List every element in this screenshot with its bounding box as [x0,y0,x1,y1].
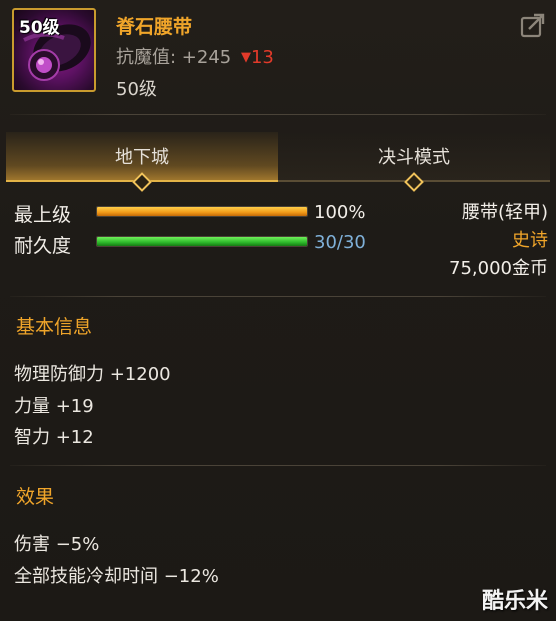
grade-value: 100% [314,202,366,223]
resist-change: ▼13 [241,47,274,68]
grade-label: 最上级 [14,204,72,226]
durability-label: 耐久度 [14,235,72,257]
item-name: 脊石腰带 [116,16,193,38]
stats-divider [10,296,546,297]
effect-line: 伤害 −5% [14,534,100,555]
icon-level-badge: 50级 [19,18,60,38]
effect-line: 全部技能冷却时间 −12% [14,566,219,587]
item-type: 腰带(轻甲) [461,202,548,223]
durability-bar [96,236,308,247]
basic-info-title: 基本信息 [16,316,93,338]
attr-line: 物理防御力 +1200 [14,364,171,385]
mode-tabs: 地下城 决斗模式 [6,132,550,192]
item-level: 50级 [116,79,157,100]
item-tooltip-panel: 50级 脊石腰带 抗魔值: +245 ▼13 50级 地下城 决斗模式 最上级 … [0,0,556,621]
resist-change-value: 13 [250,47,274,68]
item-rarity: 史诗 [512,230,548,251]
tab-duel-label: 决斗模式 [378,147,450,168]
effects-title: 效果 [16,486,55,508]
watermark-logo: 酷乐米 [481,589,548,614]
tab-gem-icon [132,172,152,192]
grade-bar-fill [97,207,307,216]
durability-value: 30/30 [314,232,366,253]
tab-gem-icon [404,172,424,192]
magic-resist-row: 抗魔值: +245 ▼13 [116,43,274,69]
basic-divider [10,465,546,466]
magic-resist-label: 抗魔值: +245 [116,47,232,68]
tab-duel[interactable]: 决斗模式 [278,132,550,192]
share-icon[interactable] [520,12,546,38]
grade-bar [96,206,308,217]
belt-item-icon: 50级 [12,8,96,92]
down-arrow-icon: ▼ [240,50,251,65]
header-divider [10,114,546,115]
durability-bar-fill [97,237,307,246]
attr-line: 力量 +19 [14,396,94,417]
attr-line: 智力 +12 [14,427,94,448]
tab-dungeon[interactable]: 地下城 [6,132,278,192]
tab-dungeon-label: 地下城 [115,147,169,168]
item-price: 75,000金币 [449,258,548,279]
